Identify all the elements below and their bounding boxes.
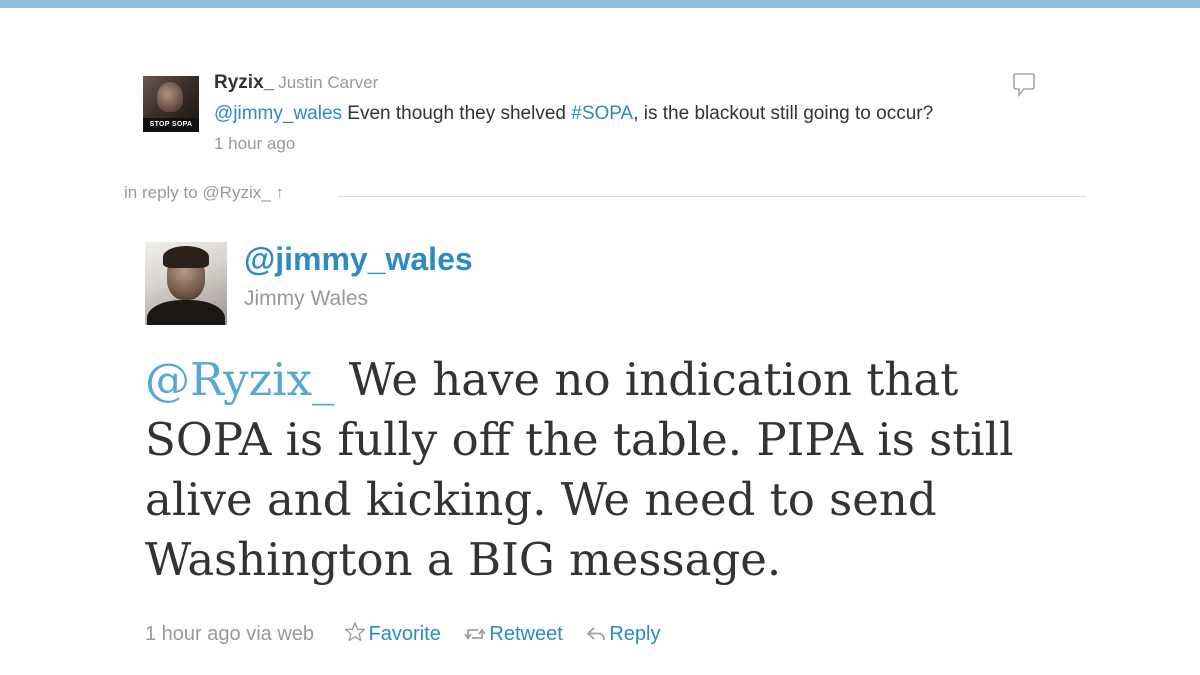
- avatar-hair: [163, 246, 209, 268]
- parent-avatar[interactable]: STOP SOPA: [143, 76, 199, 132]
- parent-text-part: , is the blackout still going to occur?: [633, 103, 934, 124]
- mention-link[interactable]: @Ryzix_: [145, 353, 335, 406]
- retweet-icon: [464, 628, 487, 640]
- main-screen-name[interactable]: @jimmy_wales: [244, 241, 473, 278]
- in-reply-to-label: in reply to @Ryzix_: [124, 183, 271, 202]
- parent-timestamp[interactable]: 1 hour ago: [214, 134, 295, 154]
- reply-label: Reply: [609, 623, 661, 645]
- reply-arrow-icon: [586, 627, 606, 641]
- top-bar: [0, 0, 1200, 8]
- avatar-caption: STOP SOPA: [143, 118, 199, 132]
- tweet-line-text: We have no indication that: [334, 353, 959, 406]
- favorite-button[interactable]: Favorite: [344, 621, 441, 646]
- star-icon: [344, 622, 365, 642]
- parent-full-name: Justin Carver: [278, 73, 379, 92]
- retweet-label: Retweet: [489, 623, 563, 645]
- hashtag-link[interactable]: #SOPA: [571, 103, 633, 124]
- parent-tweet-text: @jimmy_wales Even though they shelved #S…: [214, 103, 933, 125]
- tweet-timestamp[interactable]: 1 hour ago via web: [145, 623, 314, 645]
- speech-bubble-icon[interactable]: [1013, 72, 1035, 98]
- parent-mention-link[interactable]: @jimmy_wales: [214, 103, 342, 124]
- main-full-name: Jimmy Wales: [244, 287, 369, 310]
- favorite-label: Favorite: [368, 623, 441, 645]
- parent-header: Ryzix_ Justin Carver: [214, 72, 378, 94]
- tweet-meta: 1 hour ago via web Favorite Retweet Repl…: [145, 621, 660, 647]
- tweet-line: alive and kicking. We need to send: [145, 473, 937, 526]
- tweet-line: Washington a BIG message.: [145, 533, 782, 586]
- reply-button[interactable]: Reply: [586, 623, 660, 646]
- up-arrow-icon: ↑: [275, 183, 284, 202]
- in-reply-to-link[interactable]: in reply to @Ryzix_ ↑: [124, 183, 284, 203]
- tweet-line: SOPA is fully off the table. PIPA is sti…: [145, 413, 1014, 466]
- divider: [338, 196, 1086, 197]
- parent-tweet: STOP SOPA Ryzix_ Justin Carver @jimmy_wal…: [143, 72, 1093, 162]
- avatar-figure: [157, 82, 183, 112]
- parent-text-part: Even though they shelved: [342, 103, 572, 124]
- parent-screen-name[interactable]: Ryzix_: [214, 72, 274, 93]
- retweet-button[interactable]: Retweet: [464, 623, 563, 646]
- main-avatar[interactable]: [145, 242, 227, 325]
- tweet-line: @Ryzix_ We have no indication that: [145, 350, 1045, 410]
- main-tweet-text: @Ryzix_ We have no indication that SOPA …: [145, 350, 1045, 590]
- avatar-shoulders: [147, 300, 225, 325]
